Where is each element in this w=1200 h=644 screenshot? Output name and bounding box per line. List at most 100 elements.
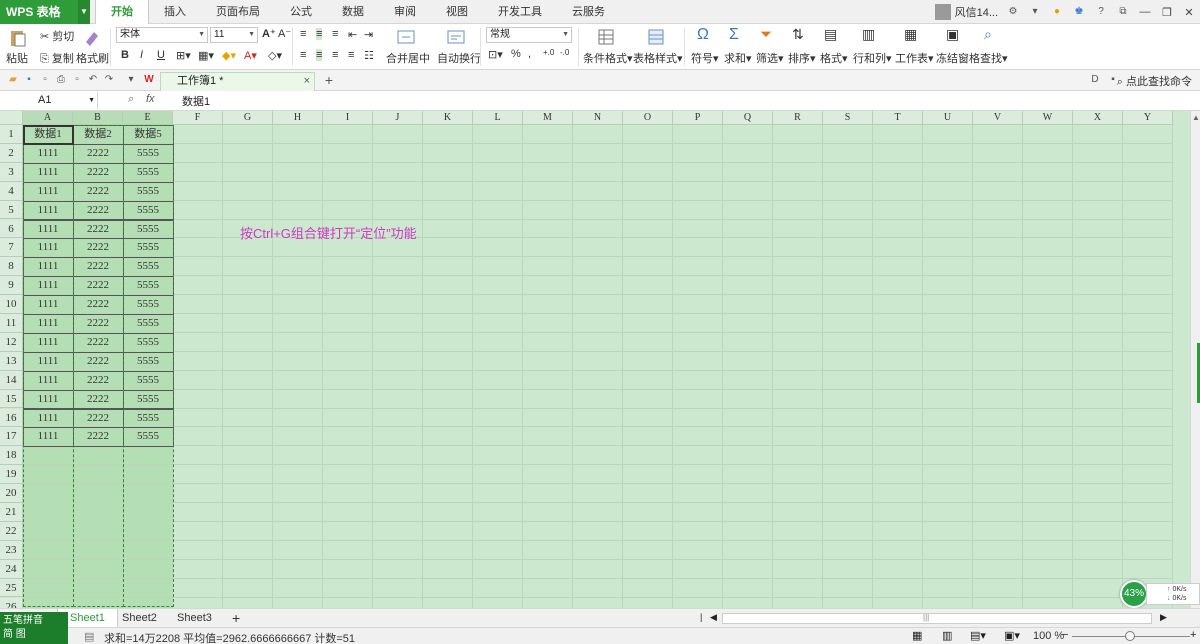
align-top-icon[interactable]: ≡ <box>300 28 306 40</box>
column-header[interactable]: L <box>473 111 523 125</box>
sum-icon[interactable]: Σ <box>729 26 739 44</box>
menu-item[interactable]: 云服务 <box>557 0 620 24</box>
reading-mode-icon[interactable]: ▣▾ <box>1004 629 1020 642</box>
scroll-right-icon[interactable]: ▶ <box>1160 612 1167 623</box>
row-header[interactable]: 11 <box>0 314 23 333</box>
zoom-level[interactable]: 100 % <box>1033 630 1064 642</box>
freeze-icon[interactable]: ▣ <box>946 26 959 43</box>
wrap-text-icon[interactable] <box>446 27 466 47</box>
row-header[interactable]: 23 <box>0 541 23 560</box>
maximize-button[interactable]: ❐ <box>1156 6 1178 19</box>
column-header[interactable]: R <box>773 111 823 125</box>
justify-icon[interactable]: ≡ <box>348 49 354 61</box>
freeze-button[interactable]: 冻结窗格 <box>936 50 980 66</box>
row-header[interactable]: 21 <box>0 503 23 522</box>
increase-decimal-icon[interactable]: +.0 <box>543 48 554 57</box>
font-name-select[interactable]: 宋体▼ <box>116 27 208 43</box>
app-logo[interactable]: WPS 表格 ▼ <box>0 0 90 24</box>
menu-item[interactable]: 视图 <box>431 0 483 24</box>
column-header[interactable]: S <box>823 111 873 125</box>
row-header[interactable]: 12 <box>0 333 23 352</box>
search-command[interactable]: ⌕ 点此查找命令 <box>1117 73 1192 89</box>
row-header[interactable]: 26 <box>0 598 23 609</box>
column-header[interactable]: G <box>223 111 273 125</box>
menu-item[interactable]: 页面布局 <box>201 0 275 24</box>
row-col-icon[interactable]: ▥ <box>862 26 875 43</box>
color-icon[interactable]: ● <box>1049 4 1065 20</box>
new-tab-icon[interactable]: + <box>321 72 337 88</box>
italic-icon[interactable]: I <box>140 49 143 61</box>
scroll-left-icon[interactable]: ◀ <box>710 612 717 623</box>
column-header[interactable]: U <box>923 111 973 125</box>
ime-indicator[interactable]: 五笔拼音 简 图 <box>0 612 68 644</box>
username[interactable]: 风信14... <box>955 4 998 20</box>
menu-item[interactable]: 开始 <box>95 0 149 25</box>
sheet-tab[interactable]: Sheet3 <box>165 609 224 628</box>
menu-item[interactable]: 数据 <box>327 0 379 24</box>
row-header[interactable]: 13 <box>0 352 23 371</box>
print-icon[interactable]: ⎙ <box>53 72 69 88</box>
network-speed-widget[interactable]: 43% ↑ 0K/s ↓ 0K/s <box>1120 580 1200 608</box>
row-header[interactable]: 16 <box>0 409 23 428</box>
align-middle-icon[interactable]: ≡ <box>316 28 322 40</box>
align-bottom-icon[interactable]: ≡ <box>332 28 338 40</box>
row-header[interactable]: 19 <box>0 465 23 484</box>
document-tab[interactable]: 工作簿1 * × <box>160 72 315 91</box>
sort-icon[interactable]: ⇅ <box>792 26 804 43</box>
redo-icon[interactable]: ↷ <box>101 72 117 88</box>
conditional-format-icon[interactable] <box>596 27 616 47</box>
worksheet-button[interactable]: 工作表▾ <box>895 50 934 66</box>
filter-button[interactable]: 筛选▾ <box>756 50 784 66</box>
vertical-scrollbar[interactable]: ▲ <box>1190 111 1200 608</box>
column-header[interactable]: I <box>323 111 373 125</box>
row-header[interactable]: 14 <box>0 371 23 390</box>
menu-item[interactable]: 开发工具 <box>483 0 557 24</box>
menu-item[interactable]: 公式 <box>275 0 327 24</box>
page-layout-view-icon[interactable]: ▤▾ <box>970 629 986 642</box>
row-header[interactable]: 9 <box>0 276 23 295</box>
restore-layout-icon[interactable]: ⧉ <box>1115 4 1131 20</box>
wps-icon[interactable]: W <box>141 72 157 88</box>
shirt-icon[interactable]: ♚ <box>1071 4 1087 20</box>
underline-icon[interactable]: U <box>157 49 165 61</box>
name-box[interactable]: A1▼ <box>0 92 98 109</box>
row-header[interactable]: 7 <box>0 238 23 257</box>
save-icon[interactable]: ▪ <box>21 72 37 88</box>
help-icon[interactable]: ? <box>1093 4 1109 20</box>
comma-icon[interactable]: , <box>528 48 531 60</box>
copy-button[interactable]: ⎘ 复制 <box>40 50 74 66</box>
currency-icon[interactable]: ⊡▾ <box>488 48 503 61</box>
fx-icon[interactable]: fx <box>146 93 155 105</box>
cut-button[interactable]: ✂ 剪切 <box>40 28 74 44</box>
zoom-slider-knob[interactable] <box>1125 631 1135 641</box>
percent-icon[interactable]: % <box>511 48 521 60</box>
column-header[interactable]: W <box>1023 111 1073 125</box>
settings-icon[interactable]: ⚙ <box>1005 4 1021 20</box>
font-size-select[interactable]: 11▼ <box>210 27 258 43</box>
add-sheet-button[interactable]: + <box>220 609 252 628</box>
border-icon[interactable]: ⊞▾ <box>176 49 191 62</box>
sum-button[interactable]: 求和▾ <box>724 50 752 66</box>
row-header[interactable]: 8 <box>0 257 23 276</box>
worksheet-icon[interactable]: ▦ <box>904 26 917 43</box>
row-header[interactable]: 4 <box>0 182 23 201</box>
bold-icon[interactable]: B <box>121 49 129 61</box>
wrap-text-button[interactable]: 自动换行 <box>437 50 481 66</box>
number-format-select[interactable]: 常规▼ <box>486 27 572 43</box>
column-header[interactable]: T <box>873 111 923 125</box>
paste-button[interactable]: 粘贴 <box>6 50 28 66</box>
column-header[interactable]: K <box>423 111 473 125</box>
column-header[interactable]: P <box>673 111 723 125</box>
zoom-out-icon[interactable]: − <box>1062 629 1068 641</box>
symbol-button[interactable]: 符号▾ <box>691 50 719 66</box>
column-header[interactable]: Q <box>723 111 773 125</box>
dropdown-icon[interactable]: ▾ <box>1027 4 1043 20</box>
paste-icon[interactable] <box>8 28 28 48</box>
row-header[interactable]: 22 <box>0 522 23 541</box>
column-header[interactable]: E <box>123 111 173 125</box>
merge-center-icon[interactable] <box>396 27 416 47</box>
d-icon[interactable]: D <box>1087 72 1103 88</box>
filter-icon[interactable]: ⏷ <box>760 26 772 43</box>
row-header[interactable]: 6 <box>0 220 23 239</box>
select-all-corner[interactable] <box>0 111 23 125</box>
